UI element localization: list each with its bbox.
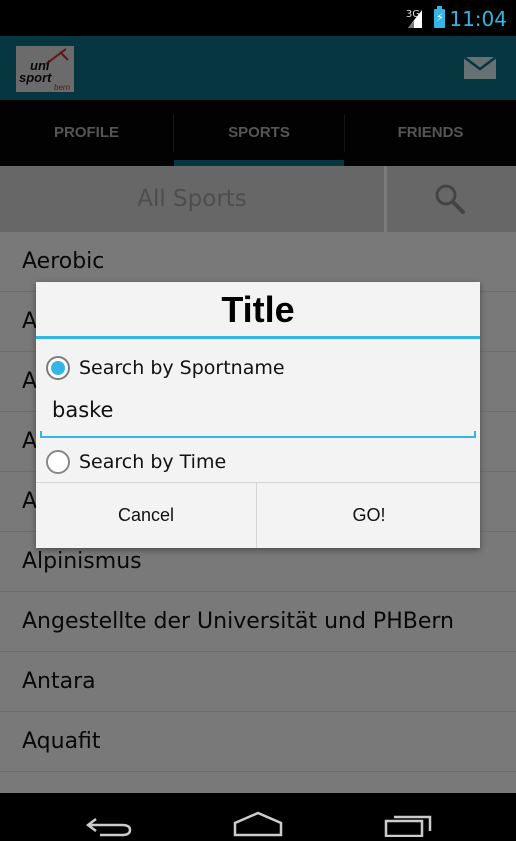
status-bar: 3G ⚡ 11:04 [0,0,516,36]
recents-icon[interactable] [384,813,434,837]
input-underline-left [40,431,42,438]
back-icon[interactable] [86,813,132,837]
search-dialog: Title Search by Sportname baske Search b… [36,282,480,548]
sportname-input[interactable]: baske [40,392,476,438]
radio-label: Search by Sportname [79,357,285,379]
dialog-title: Title [221,289,295,330]
status-time: 11:04 [449,7,507,31]
radio-label: Search by Time [79,451,227,473]
home-icon[interactable] [233,811,283,837]
radio-button-unchecked[interactable] [46,450,70,474]
cancel-button[interactable]: Cancel [36,483,257,548]
dialog-buttons: Cancel GO! [36,482,480,548]
navigation-bar [0,793,516,841]
sportname-input-value: baske [52,398,114,422]
signal-icon [408,10,422,32]
input-underline [40,436,476,438]
battery-charging-icon: ⚡ [434,6,445,28]
go-button[interactable]: GO! [258,483,480,548]
radio-button-checked[interactable] [46,356,70,380]
dialog-title-divider [36,336,480,339]
input-underline-right [474,431,476,438]
